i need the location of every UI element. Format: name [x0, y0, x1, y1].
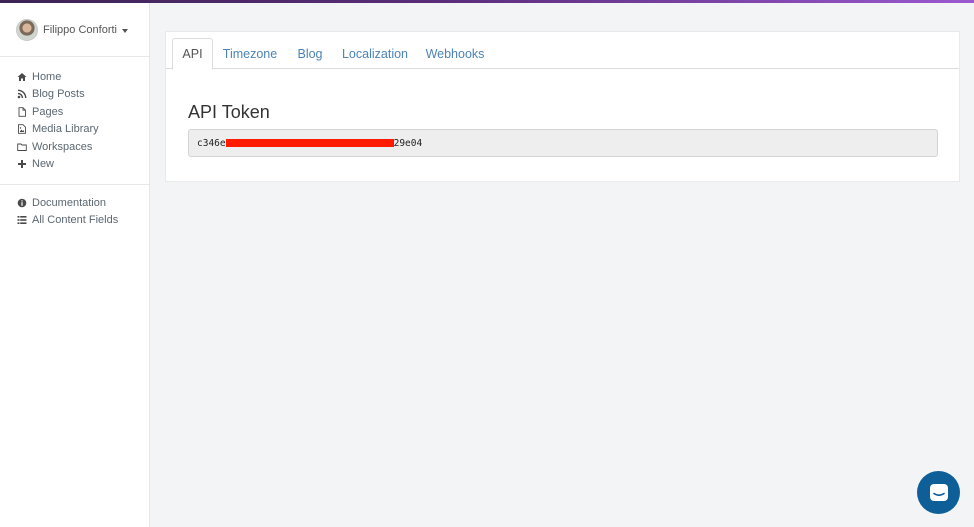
sidebar-item-blog-posts[interactable]: Blog Posts [0, 86, 149, 104]
sidebar-item-label: Workspaces [32, 140, 93, 153]
user-menu[interactable]: Filippo Conforti [0, 3, 149, 57]
secondary-nav: Documentation All Content Fields [0, 185, 149, 240]
settings-panel: API Timezone Blog Localization Webhooks … [165, 31, 960, 182]
sidebar-item-label: Documentation [32, 196, 106, 209]
sidebar-item-label: Media Library [32, 123, 99, 136]
sidebar-item-all-content-fields[interactable]: All Content Fields [0, 212, 149, 230]
sidebar-item-label: Blog Posts [32, 88, 85, 101]
api-token-field[interactable]: c346e 29e04 [188, 129, 938, 157]
settings-tabs: API Timezone Blog Localization Webhooks [166, 38, 959, 70]
sidebar-item-label: Pages [32, 105, 64, 118]
sidebar-item-label: Home [32, 70, 62, 83]
sidebar-item-label: New [32, 158, 55, 171]
sidebar: Filippo Conforti Home Blog Posts Pages M… [0, 3, 150, 527]
sidebar-item-pages[interactable]: Pages [0, 103, 149, 121]
token-prefix: c346e [197, 137, 226, 149]
rss-icon [17, 89, 27, 99]
api-token-heading: API Token [188, 102, 270, 122]
chat-bubble-icon [928, 482, 950, 504]
chat-launcher-button[interactable] [917, 471, 960, 514]
sidebar-item-documentation[interactable]: Documentation [0, 194, 149, 212]
plus-icon [17, 159, 27, 169]
user-name: Filippo Conforti [43, 23, 117, 36]
home-icon [17, 72, 27, 82]
tab-timezone[interactable]: Timezone [218, 38, 282, 69]
sidebar-item-new[interactable]: New [0, 156, 149, 174]
tab-api[interactable]: API [172, 38, 213, 70]
sidebar-item-label: All Content Fields [32, 214, 119, 227]
folder-icon [17, 142, 27, 152]
sidebar-item-media-library[interactable]: Media Library [0, 121, 149, 139]
file-icon [17, 107, 27, 117]
primary-nav: Home Blog Posts Pages Media Library Work… [0, 57, 149, 185]
redaction-bar [225, 139, 394, 147]
list-icon [17, 215, 27, 225]
caret-down-icon [121, 28, 128, 33]
image-file-icon [17, 124, 27, 134]
avatar [16, 18, 38, 41]
tab-blog[interactable]: Blog [290, 38, 330, 69]
info-icon [17, 198, 27, 208]
tab-localization[interactable]: Localization [338, 38, 412, 69]
sidebar-item-home[interactable]: Home [0, 68, 149, 86]
tab-webhooks[interactable]: Webhooks [420, 38, 490, 69]
token-suffix: 29e04 [393, 137, 423, 149]
sidebar-item-workspaces[interactable]: Workspaces [0, 138, 149, 156]
